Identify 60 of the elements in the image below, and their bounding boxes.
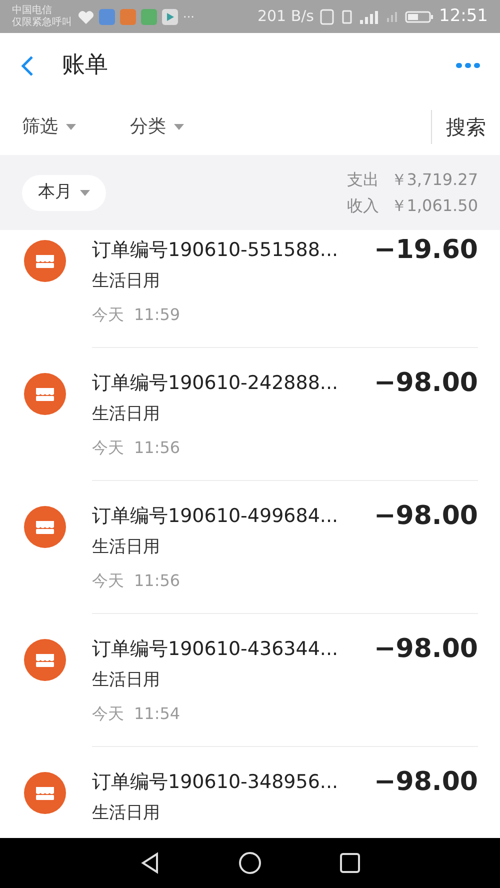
page-title: 账单 [62, 51, 108, 80]
time-text: 11:54 [134, 702, 180, 724]
back-nav-icon[interactable] [138, 852, 161, 874]
order-title: 订单编号190610-436344... [92, 637, 340, 662]
carrier-text: 中国电信 [12, 4, 53, 16]
search-button[interactable]: 搜索 [432, 112, 500, 142]
app-icon [99, 8, 115, 24]
transaction-row[interactable]: 订单编号190610-551588... 生活日用 今天 11:59 −19.60 [0, 230, 500, 348]
amount-text: −98.00 [374, 501, 478, 533]
caret-icon [174, 124, 184, 130]
recents-nav-icon[interactable] [339, 852, 362, 874]
date-text: 今天 [92, 702, 124, 724]
shop-icon [24, 506, 66, 548]
transaction-row[interactable]: 订单编号190610-242888... 生活日用 今天 11:56 −98.00 [0, 348, 500, 481]
carrier-text: 仅限紧急呼叫 [12, 16, 72, 28]
amount-text: −19.60 [374, 235, 478, 267]
category-text: 生活日用 [92, 669, 161, 692]
time-text: 11:56 [134, 436, 180, 458]
time-text: 11:59 [134, 304, 180, 326]
more-notifications: ··· [183, 8, 194, 26]
shop-icon [24, 639, 66, 681]
transaction-row[interactable]: 订单编号190610-499684... 生活日用 今天 11:56 −98.00 [0, 481, 500, 614]
date-text: 今天 [92, 304, 124, 326]
order-title: 订单编号190610-499684... [92, 504, 340, 529]
amount-text: −98.00 [374, 634, 478, 666]
shop-icon [24, 240, 66, 282]
shop-icon [24, 772, 66, 814]
amount-text: −98.00 [374, 767, 478, 799]
order-title: 订单编号190610-242888... [92, 371, 340, 396]
date-text: 今天 [92, 570, 124, 592]
date-text: 今天 [92, 436, 124, 458]
order-title: 订单编号190610-348956... [92, 770, 340, 795]
summary-amount: ￥3,719.27 [390, 168, 478, 190]
summary-amount: ￥1,061.50 [390, 194, 478, 216]
order-title: 订单编号190610-551588... [92, 238, 340, 263]
category-text: 生活日用 [92, 270, 161, 293]
app-icon [162, 8, 178, 24]
shop-icon [24, 373, 66, 415]
signal-icon [387, 11, 397, 22]
filter-dropdown[interactable]: 筛选 [22, 113, 76, 140]
period-dropdown[interactable]: 本月 [22, 174, 106, 210]
category-text: 生活日用 [92, 403, 161, 426]
filter-dropdown[interactable]: 分类 [130, 113, 184, 140]
caret-icon [66, 124, 76, 130]
heart-icon [78, 10, 94, 24]
amount-text: −98.00 [374, 368, 478, 400]
app-icon [120, 8, 136, 24]
transaction-row[interactable]: 订单编号190610-436344... 生活日用 今天 11:54 −98.00 [0, 614, 500, 747]
network-speed: 201 B/s [257, 6, 314, 28]
signal-icon [360, 10, 379, 24]
home-nav-icon[interactable] [238, 851, 262, 875]
caret-icon [80, 190, 90, 196]
summary-label: 收入 [346, 194, 379, 216]
time-text: 11:56 [134, 570, 180, 592]
category-text: 生活日用 [92, 802, 161, 825]
category-text: 生活日用 [92, 536, 161, 559]
clock-time: 12:51 [439, 4, 488, 28]
battery-icon [405, 10, 433, 22]
summary-label: 支出 [346, 168, 379, 190]
app-icon [141, 8, 157, 24]
